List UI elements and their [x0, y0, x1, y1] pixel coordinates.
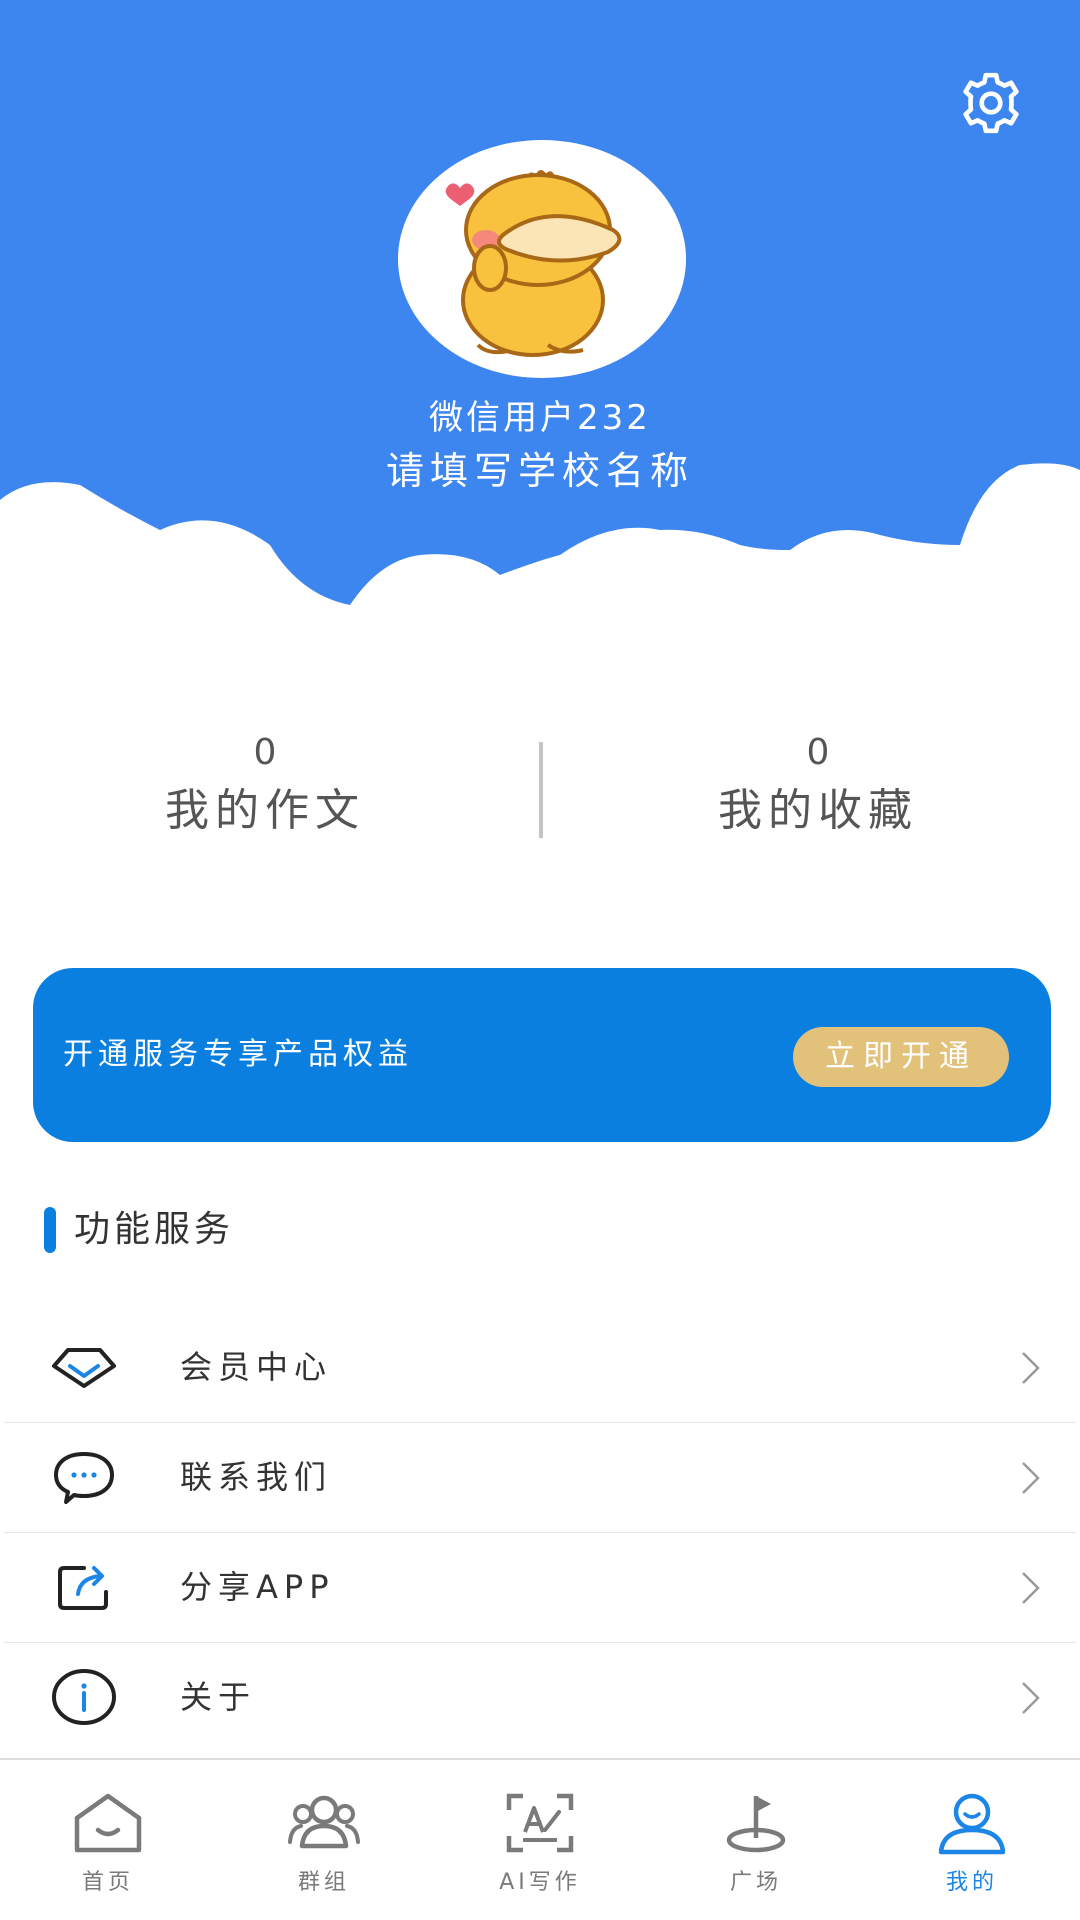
chevron-right-icon — [1022, 1462, 1040, 1494]
section-title: 功能服务 — [74, 1209, 235, 1250]
chat-bubble-icon — [54, 1452, 114, 1504]
chevron-right-icon — [1022, 1682, 1040, 1714]
tab-ai-writing[interactable]: AI写作 — [432, 1760, 648, 1920]
info-icon — [52, 1669, 116, 1725]
tab-label: 首页 — [81, 1870, 134, 1895]
gear-icon — [963, 72, 1019, 134]
avatar[interactable] — [398, 140, 686, 378]
diamond-icon — [52, 1348, 116, 1388]
favorites-count: 0 — [806, 732, 830, 773]
menu-item-membership[interactable]: 会员中心 — [4, 1313, 1076, 1423]
tab-me[interactable]: 我的 — [864, 1760, 1080, 1920]
settings-button[interactable] — [958, 70, 1024, 136]
tab-label: AI写作 — [499, 1870, 581, 1895]
tab-label: 群组 — [297, 1870, 350, 1895]
profile-header: 微信用户232 请填写学校名称 — [0, 0, 1080, 640]
activate-now-button[interactable]: 立即开通 — [793, 1027, 1009, 1087]
stats-divider — [539, 742, 543, 838]
menu-item-about[interactable]: 关于 — [4, 1643, 1076, 1752]
profile-page: 微信用户232 请填写学校名称 0 我的作文 0 我的收藏 开通服务专享产品权益… — [0, 0, 1080, 1920]
favorites-label: 我的收藏 — [718, 785, 918, 836]
section-accent-bar — [44, 1207, 56, 1253]
stats-row: 0 我的作文 0 我的收藏 — [0, 730, 1080, 860]
membership-promo-banner[interactable]: 开通服务专享产品权益 立即开通 — [33, 968, 1051, 1142]
duck-avatar-icon — [445, 170, 622, 357]
tab-plaza[interactable]: 广场 — [648, 1760, 864, 1920]
my-favorites-stat[interactable]: 0 我的收藏 — [608, 730, 1028, 846]
home-icon — [74, 1793, 142, 1853]
promo-text: 开通服务专享产品权益 — [63, 1037, 413, 1072]
tab-home[interactable]: 首页 — [0, 1760, 216, 1920]
ai-write-icon — [506, 1793, 574, 1853]
chevron-right-icon — [1022, 1572, 1040, 1604]
menu-item-share[interactable]: 分享APP — [4, 1533, 1076, 1643]
chevron-right-icon — [1022, 1352, 1040, 1384]
bottom-tab-bar: 首页 群组 AI写作 广场 我的 — [0, 1758, 1080, 1920]
tab-label: 我的 — [945, 1870, 998, 1895]
tab-groups[interactable]: 群组 — [216, 1760, 432, 1920]
username: 微信用户232 — [429, 398, 651, 438]
share-icon — [58, 1566, 108, 1610]
essays-label: 我的作文 — [165, 785, 365, 836]
menu-label: 联系我们 — [180, 1458, 333, 1496]
group-icon — [288, 1795, 360, 1849]
menu-label: 关于 — [180, 1678, 257, 1716]
profile-icon — [938, 1793, 1006, 1855]
essays-count: 0 — [253, 732, 277, 773]
school-name[interactable]: 请填写学校名称 — [0, 440, 1080, 495]
menu-item-contact[interactable]: 联系我们 — [4, 1423, 1076, 1533]
menu-label: 分享APP — [180, 1568, 335, 1606]
my-essays-stat[interactable]: 0 我的作文 — [55, 730, 475, 846]
tab-label: 广场 — [729, 1870, 782, 1895]
plaza-flag-icon — [726, 1796, 786, 1853]
service-menu: 会员中心 联系我们 分享APP 关于 — [0, 1313, 1080, 1752]
menu-label: 会员中心 — [180, 1348, 333, 1386]
